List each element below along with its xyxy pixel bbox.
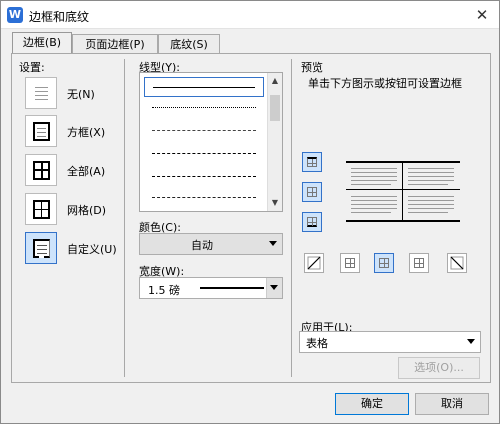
scroll-thumb[interactable]	[270, 95, 280, 121]
settings-heading: 设置:	[19, 61, 45, 74]
custom-preview	[33, 239, 50, 258]
setting-none-icon[interactable]	[25, 77, 57, 109]
preview-middle-border	[346, 189, 460, 190]
line-style-list[interactable]: ▲ ▼	[139, 72, 283, 212]
preview-bottom-border	[346, 220, 460, 222]
color-value: 自动	[191, 239, 213, 252]
border-bottom-button[interactable]	[302, 212, 322, 232]
close-icon[interactable]: ✕	[465, 1, 499, 29]
border-inside-vertical-icon	[379, 258, 389, 268]
title-bar: W 边框和底纹 ✕	[1, 1, 499, 29]
ok-button[interactable]: 确定	[335, 393, 409, 415]
setting-custom-icon[interactable]	[25, 232, 57, 264]
border-inside-horizontal-icon	[307, 187, 317, 197]
tab-page-border[interactable]: 页面边框(P)	[72, 34, 158, 54]
diagonal-down-icon	[450, 256, 464, 270]
apply-to-value: 表格	[306, 337, 328, 350]
width-line-sample	[200, 287, 264, 289]
chevron-down-icon	[269, 241, 277, 246]
border-left-icon	[345, 258, 355, 268]
setting-box-icon[interactable]	[25, 115, 57, 147]
border-right-button[interactable]	[409, 253, 429, 273]
box-preview	[33, 122, 50, 141]
width-arrow-box	[266, 278, 282, 298]
grid-preview	[33, 200, 50, 219]
options-button[interactable]: 选项(O)...	[398, 357, 480, 379]
setting-grid-label[interactable]: 网格(D)	[67, 202, 106, 218]
tab-shading[interactable]: 底纹(S)	[158, 34, 220, 54]
setting-none-label[interactable]: 无(N)	[67, 86, 95, 102]
all-preview	[33, 161, 50, 180]
line-solid[interactable]	[144, 77, 264, 97]
separator-right	[291, 59, 292, 377]
line-dotted[interactable]	[144, 98, 264, 118]
border-preview[interactable]	[346, 157, 460, 225]
border-right-icon	[414, 258, 424, 268]
preview-top-border	[346, 161, 460, 163]
setting-grid-icon[interactable]	[25, 193, 57, 225]
preview-center-border	[402, 161, 403, 222]
border-left-button[interactable]	[340, 253, 360, 273]
scroll-up-icon[interactable]: ▲	[268, 74, 282, 88]
cancel-button[interactable]: 取消	[415, 393, 489, 415]
setting-all-label[interactable]: 全部(A)	[67, 163, 105, 179]
apply-to-dropdown[interactable]: 表格	[299, 331, 481, 353]
width-value: 1.5 磅	[148, 284, 180, 297]
separator-left	[124, 59, 125, 377]
line-dash-dot-dot[interactable]	[144, 188, 264, 208]
dialog-title: 边框和底纹	[29, 10, 90, 24]
line-dash-dot[interactable]	[144, 167, 264, 187]
border-bottom-icon	[307, 217, 317, 227]
color-dropdown[interactable]: 自动	[139, 233, 283, 255]
diagonal-up-icon	[307, 256, 321, 270]
borders-shading-dialog: W 边框和底纹 ✕ 边框(B) 页面边框(P) 底纹(S) 设置: 无(N) 方…	[0, 0, 500, 424]
scroll-down-icon[interactable]: ▼	[268, 196, 282, 210]
tab-borders[interactable]: 边框(B)	[12, 32, 72, 54]
width-dropdown[interactable]: 1.5 磅	[139, 277, 283, 299]
border-top-button[interactable]	[302, 152, 322, 172]
line-small-dash[interactable]	[144, 121, 264, 141]
preview-heading: 预览	[301, 61, 323, 74]
line-dash[interactable]	[144, 144, 264, 164]
line-list-scrollbar[interactable]: ▲ ▼	[267, 73, 282, 211]
preview-hint: 单击下方图示或按钮可设置边框	[308, 77, 462, 90]
border-diagonal-down-button[interactable]	[447, 253, 467, 273]
border-diagonal-up-button[interactable]	[304, 253, 324, 273]
border-top-icon	[307, 157, 317, 167]
none-preview	[33, 84, 50, 103]
chevron-down-icon	[467, 339, 475, 344]
setting-box-label[interactable]: 方框(X)	[67, 124, 105, 140]
setting-all-icon[interactable]	[25, 154, 57, 186]
border-inside-vertical-button[interactable]	[374, 253, 394, 273]
chevron-down-icon	[270, 285, 278, 290]
border-inside-horizontal-button[interactable]	[302, 182, 322, 202]
wps-writer-icon: W	[7, 7, 23, 23]
setting-custom-label[interactable]: 自定义(U)	[67, 241, 117, 257]
